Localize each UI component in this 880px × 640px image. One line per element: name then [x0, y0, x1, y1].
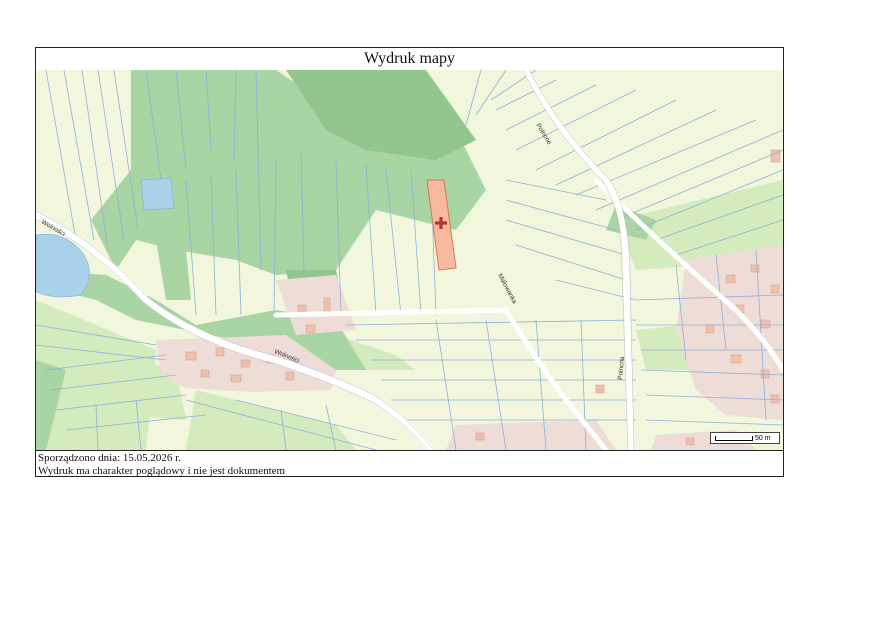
page-title: Wydruk mapy [36, 48, 783, 71]
scale-line [715, 436, 753, 441]
map-canvas[interactable]: Wolności Wolności Polncne Malowanka Poln… [36, 70, 783, 450]
map-view[interactable]: Wolności Wolności Polncne Malowanka Poln… [36, 70, 783, 451]
map-printout-sheet: Wydruk mapy Wolności Wolności Polncne Ma… [35, 47, 784, 477]
pond-small [140, 177, 175, 211]
scale-label: 50 m [755, 435, 771, 442]
footer: Sporządzono dnia: 15.05.2026 r. Wydruk m… [38, 452, 285, 477]
disclaimer: Wydruk ma charakter poglądowy i nie jest… [38, 464, 286, 477]
scale-bar: 50 m [710, 432, 780, 444]
date-line: Sporządzono dnia: 15.05.2026 r. [38, 452, 181, 464]
